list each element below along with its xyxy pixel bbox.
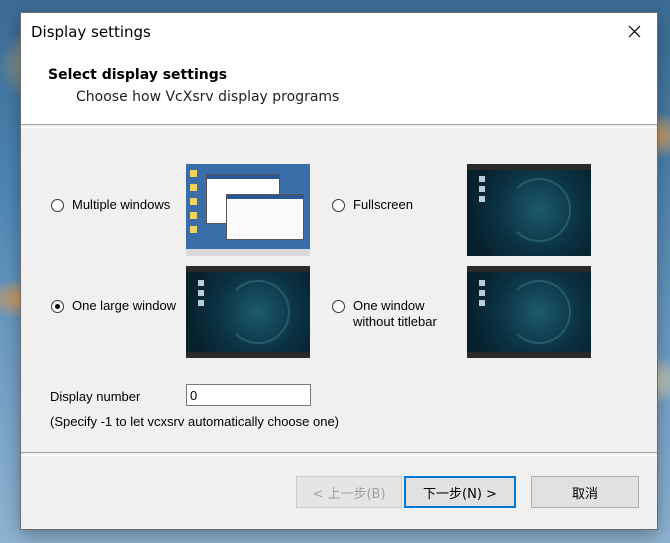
display-number-hint: (Specify -1 to let vcxsrv automatically … (50, 414, 340, 429)
preview-one-window-without-titlebar (467, 266, 591, 358)
option-label: One large window (72, 298, 177, 313)
page-subtitle: Choose how VcXsrv display programs (76, 89, 340, 105)
close-icon (628, 25, 641, 38)
preview-one-large-window (186, 266, 310, 358)
radio-one-window-without-titlebar[interactable] (332, 300, 345, 313)
display-settings-dialog: Display settings Select display settings… (21, 13, 657, 529)
page-title: Select display settings (48, 67, 228, 83)
close-button[interactable] (613, 13, 657, 51)
radio-multiple-windows[interactable] (51, 199, 64, 212)
next-button[interactable]: 下一步(N) > (404, 476, 516, 508)
option-multiple-windows[interactable]: Multiple windows (51, 197, 170, 213)
option-label-line: without titlebar (353, 314, 437, 329)
header-divider (21, 124, 657, 128)
display-number-input[interactable] (186, 384, 311, 406)
cancel-button[interactable]: 取消 (531, 476, 639, 508)
window-title: Display settings (31, 23, 151, 41)
option-label: One window without titlebar (353, 298, 437, 330)
option-label-line: One window (353, 298, 425, 313)
footer-divider (21, 452, 657, 456)
preview-fullscreen (467, 164, 591, 256)
display-number-label: Display number (50, 389, 141, 404)
radio-fullscreen[interactable] (332, 199, 345, 212)
radio-one-large-window[interactable] (51, 300, 64, 313)
wizard-header: Select display settings Choose how VcXsr… (21, 51, 657, 125)
back-button[interactable]: < 上一步(B) (296, 476, 402, 508)
option-label: Fullscreen (353, 197, 413, 212)
option-one-window-without-titlebar[interactable]: One window without titlebar (332, 298, 437, 330)
option-fullscreen[interactable]: Fullscreen (332, 197, 413, 213)
option-label: Multiple windows (72, 197, 171, 212)
option-one-large-window[interactable]: One large window (51, 298, 176, 314)
preview-multiple-windows (186, 164, 310, 256)
title-bar: Display settings (21, 13, 657, 51)
